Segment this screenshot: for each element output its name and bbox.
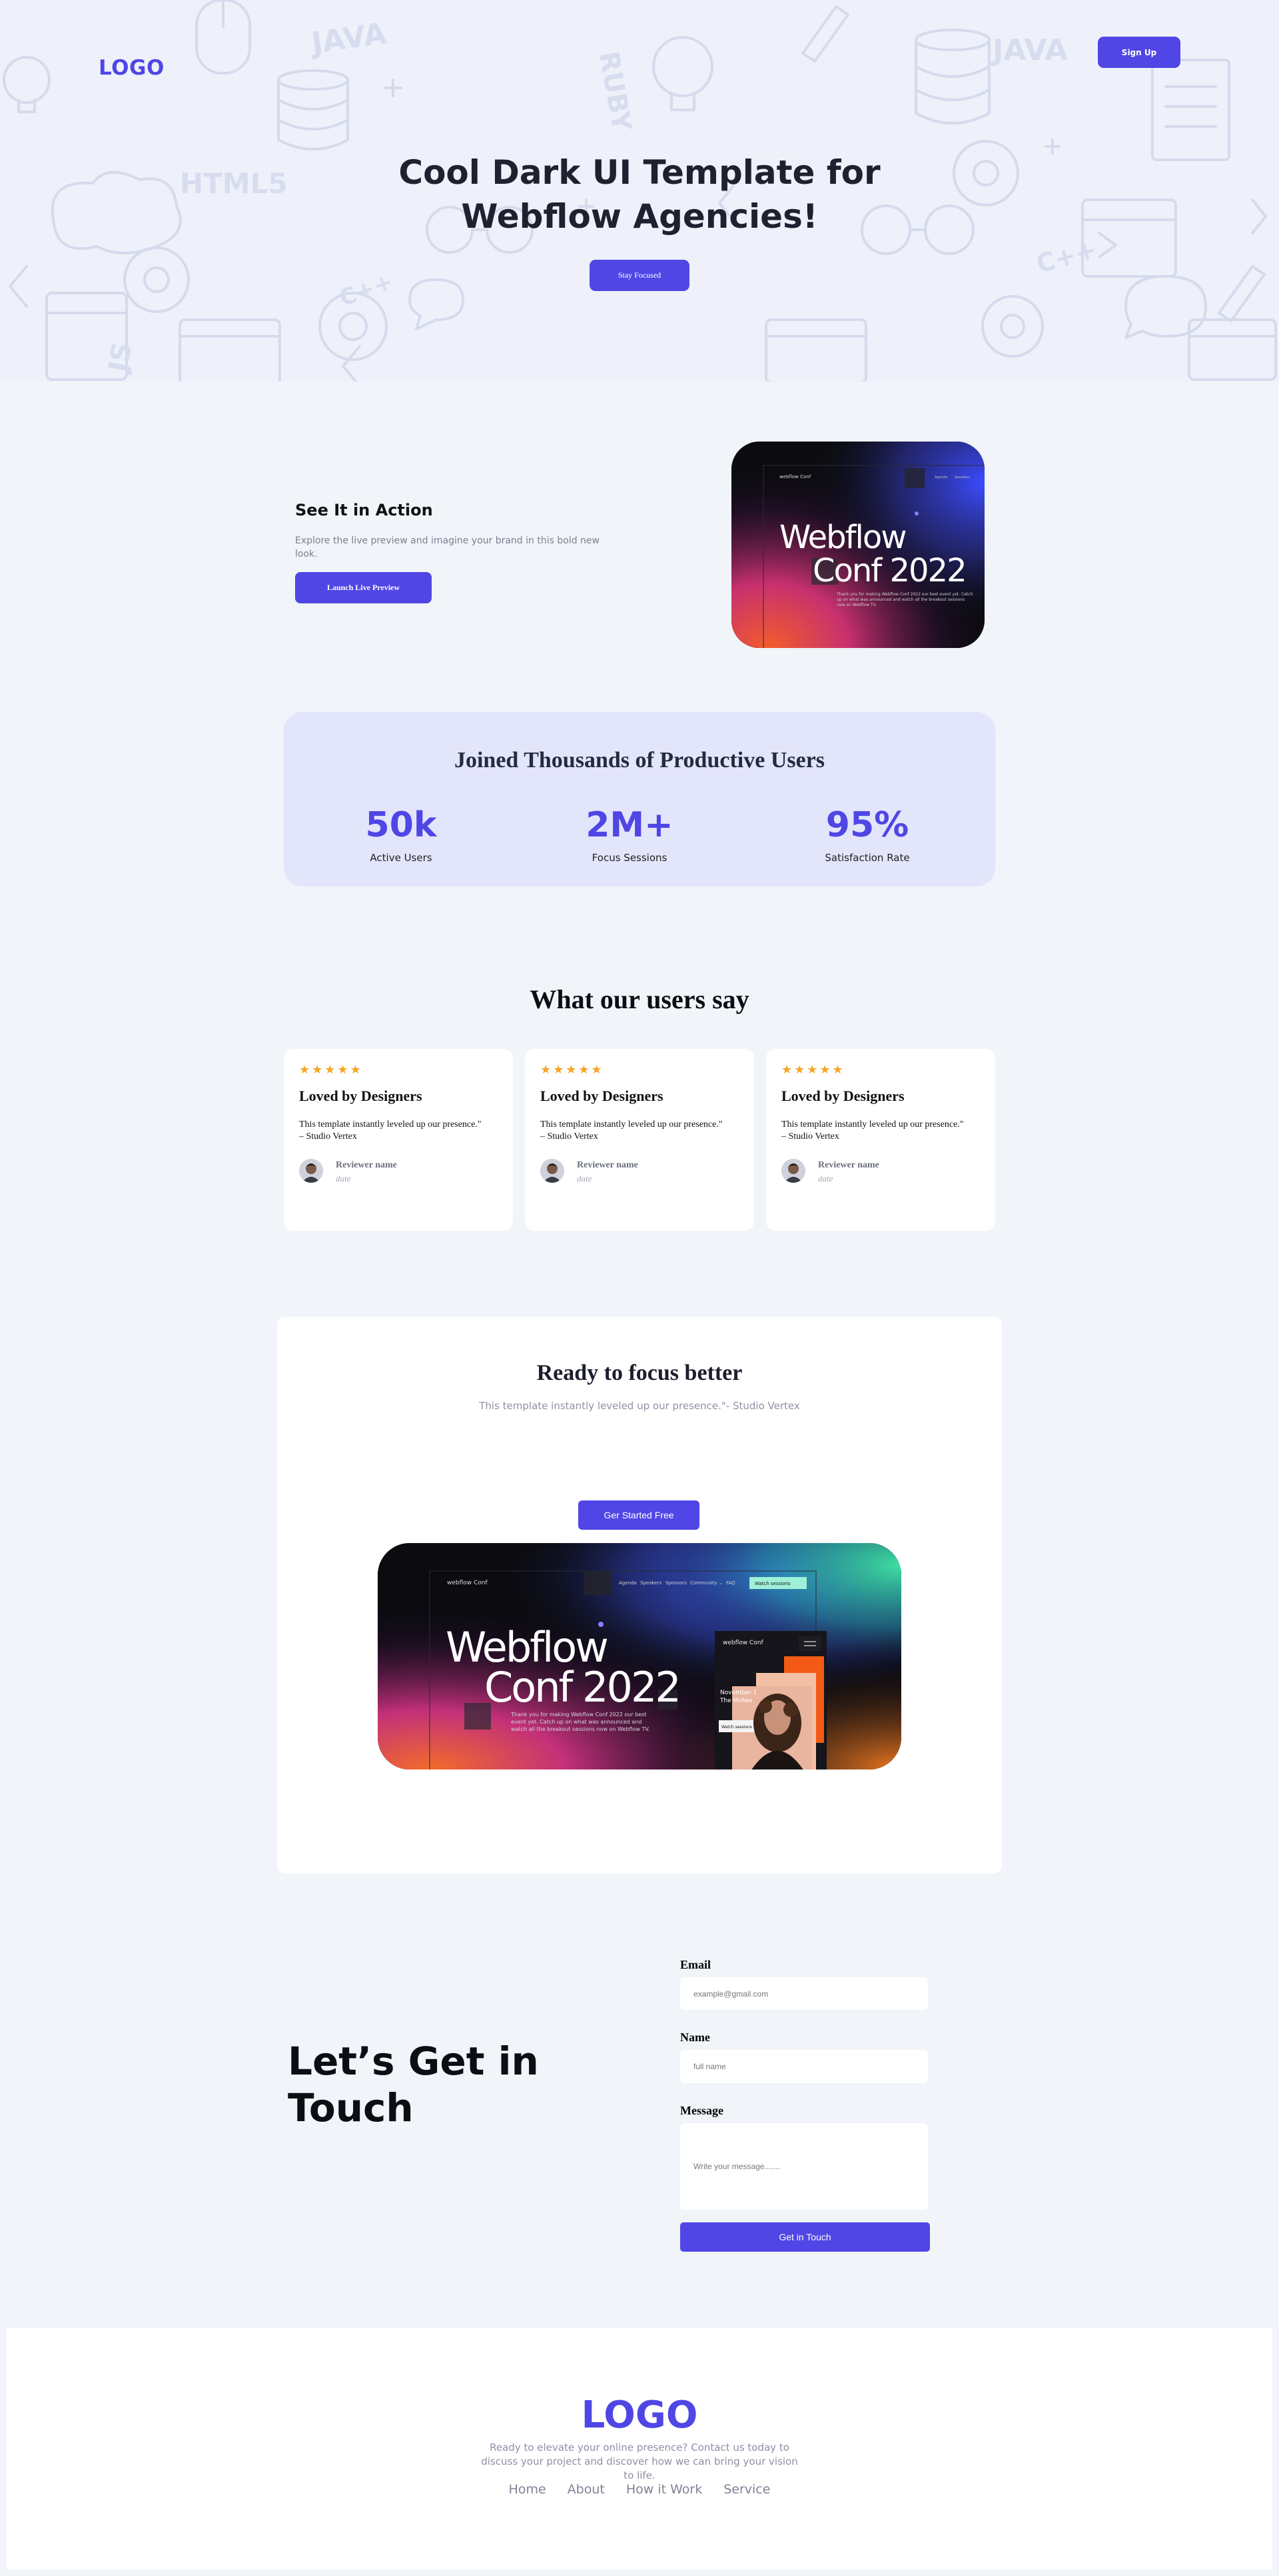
stat-value: 50k [365, 805, 437, 845]
testimonial-card: ★★★★★ Loved by Designers This template i… [284, 1049, 513, 1231]
footer-nav: Home About How it Work Service [7, 2482, 1272, 2497]
star-rating-icon: ★★★★★ [540, 1063, 604, 1077]
doodle-text-ruby: RUBY [593, 49, 637, 135]
contact-title-line2: Touch [288, 2085, 414, 2130]
avatar [540, 1159, 564, 1183]
testimonial-quote: This template instantly leveled up our p… [299, 1119, 499, 1143]
star-rating-icon: ★★★★★ [781, 1063, 845, 1077]
preview-small-headline-2: Conf 2022 [813, 552, 966, 589]
avatar [781, 1159, 805, 1183]
review-date: date [577, 1173, 592, 1183]
message-field[interactable]: Write your message....... [680, 2123, 928, 2210]
hero-title: Cool Dark UI Template for Webflow Agenci… [0, 151, 1279, 238]
quote-text: This template instantly leveled up our p… [299, 1120, 482, 1129]
message-label: Message [680, 2104, 723, 2117]
stat-value: 2M+ [586, 805, 673, 845]
stats-title: Joined Thousands of Productive Users [454, 748, 825, 773]
preview-big-watch-button: Watch sessions [755, 1581, 791, 1586]
preview-small-blurb: Thank you for making Webflow Conf 2022 o… [837, 592, 973, 607]
preview-mobile-date: November 1 [720, 1690, 757, 1696]
quote-text: This template instantly leveled up our p… [540, 1120, 723, 1129]
doodle-text-java-right: JAVA [991, 33, 1068, 67]
preview-mobile-place: The Midwe [719, 1698, 753, 1704]
stat-label: Active Users [370, 852, 432, 864]
stat-active-users: 50k Active Users [301, 805, 501, 864]
preview-big-nav-1: Agenda [619, 1580, 637, 1586]
testimonial-title: Loved by Designers [299, 1088, 422, 1104]
contact-title: Let’s Get in Touch [288, 2038, 539, 2131]
reviewer-name: Reviewer name [336, 1160, 397, 1170]
footer-description: Ready to elevate your online presence? C… [481, 2441, 798, 2481]
contact-title-line1: Let’s Get in [288, 2039, 539, 2084]
quote-author: – Studio Vertex [781, 1131, 839, 1141]
ready-subtitle: This template instantly leveled up our p… [479, 1400, 800, 1412]
ready-title: Ready to focus better [536, 1361, 743, 1385]
stat-value: 95% [825, 805, 909, 845]
stats-panel: Joined Thousands of Productive Users 50k… [284, 712, 995, 886]
email-field[interactable]: example@gmail.com [680, 1977, 928, 2010]
ready-section: Ready to focus better This template inst… [277, 1317, 1002, 1873]
hero-title-line2: Webflow Agencies! [461, 197, 818, 236]
doodle-text-cpp-right: C++ [1033, 234, 1100, 278]
preview-small-nav-1: Agenda [935, 476, 947, 480]
preview-image-small: webflow Conf Agenda Speakers Webflow Con… [731, 442, 985, 648]
launch-live-preview-button[interactable]: Launch Live Preview [295, 572, 432, 603]
preview-mobile-brand: webflow Conf [723, 1640, 764, 1646]
preview-big-brand: webflow Conf [447, 1580, 488, 1586]
testimonials-title: What our users say [530, 984, 749, 1014]
doodle-text-java: JAVA [307, 17, 388, 61]
quote-author: – Studio Vertex [299, 1131, 357, 1141]
testimonial-title: Loved by Designers [781, 1088, 905, 1104]
review-date: date [336, 1173, 351, 1183]
preview-big-blurb: Thank you for making Webflow Conf 2022 o… [511, 1712, 650, 1732]
preview-image-large: webflow Conf Agenda Speakers Sponsors Co… [378, 1543, 901, 1770]
action-description: Explore the live preview and imagine you… [295, 535, 600, 559]
stat-label: Satisfaction Rate [825, 852, 910, 864]
name-label: Name [680, 2031, 710, 2044]
preview-big-nav-2: Speakers [640, 1580, 661, 1586]
reviewer-name: Reviewer name [577, 1160, 638, 1170]
reviewer-name: Reviewer name [818, 1160, 879, 1170]
footer-logo[interactable]: LOGO [7, 2394, 1272, 2437]
preview-big-nav-3: Sponsors [665, 1580, 687, 1586]
footer-link-how-it-work[interactable]: How it Work [626, 2482, 702, 2497]
preview-small-headline-1: Webflow [779, 519, 906, 556]
name-field[interactable]: full name [680, 2050, 928, 2083]
star-rating-icon: ★★★★★ [299, 1063, 363, 1077]
testimonial-title: Loved by Designers [540, 1088, 663, 1104]
preview-big-headline-2: Conf 2022 [484, 1663, 679, 1712]
hero-title-line1: Cool Dark UI Template for [398, 153, 881, 192]
quote-text: This template instantly leveled up our p… [781, 1120, 964, 1129]
get-in-touch-button[interactable]: Get in Touch [680, 2222, 930, 2252]
doodle-text-js: JS [103, 340, 138, 376]
stat-satisfaction-rate: 95% Satisfaction Rate [767, 805, 967, 864]
review-date: date [818, 1173, 833, 1183]
footer-link-service[interactable]: Service [723, 2482, 770, 2497]
preview-mobile-watch: Watch sessions [721, 1725, 752, 1730]
stay-focused-button[interactable]: Stay Focused [590, 260, 689, 291]
testimonial-card: ★★★★★ Loved by Designers This template i… [766, 1049, 995, 1231]
action-title: See It in Action [295, 501, 433, 519]
preview-small-nav-2: Speakers [955, 476, 970, 480]
preview-big-nav-4: Community ⌄ [690, 1580, 723, 1586]
hero-section: JAVA RUBY HTML5 C++ JS JAVA C++ LOGO Sig… [0, 0, 1279, 382]
doodle-text-cpp-left: C++ [336, 268, 396, 312]
testimonial-quote: This template instantly leveled up our p… [540, 1119, 740, 1143]
stat-label: Focus Sessions [592, 852, 667, 864]
signup-button[interactable]: Sign Up [1098, 37, 1180, 68]
footer: LOGO Ready to elevate your online presen… [7, 2328, 1272, 2569]
preview-big-nav-5: FAQ [726, 1580, 735, 1586]
footer-link-home[interactable]: Home [509, 2482, 546, 2497]
quote-author: – Studio Vertex [540, 1131, 598, 1141]
header-logo[interactable]: LOGO [99, 56, 165, 80]
email-label: Email [680, 1958, 711, 1971]
preview-small-brand: webflow Conf [779, 474, 811, 480]
get-started-button[interactable]: Ger Started Free [578, 1500, 699, 1530]
testimonial-card: ★★★★★ Loved by Designers This template i… [525, 1049, 754, 1231]
avatar [299, 1159, 323, 1183]
testimonial-quote: This template instantly leveled up our p… [781, 1119, 981, 1143]
footer-link-about[interactable]: About [568, 2482, 605, 2497]
stat-focus-sessions: 2M+ Focus Sessions [530, 805, 729, 864]
